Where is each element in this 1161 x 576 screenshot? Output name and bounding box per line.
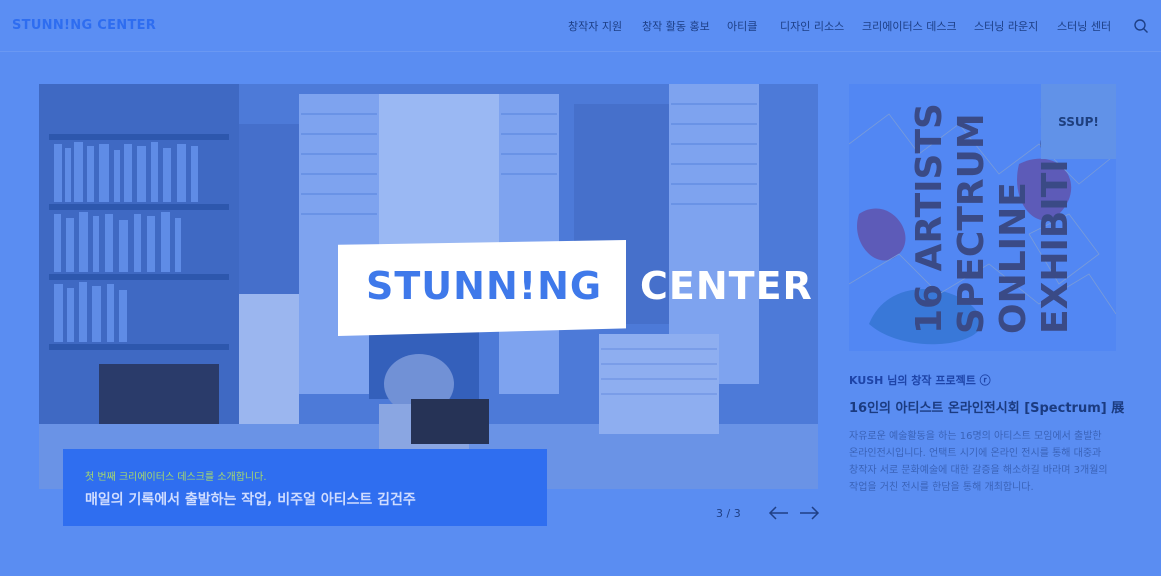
poster-line-3: ONLINE [993,182,1034,334]
feature-description: 자유로운 예술활동을 하는 16명의 아티스트 모임에서 출발한 온라인전시입니… [849,428,1119,496]
logo-center-text: CENTER [640,264,813,308]
site-header: STUNN!NG CENTER 창작자 지원 창작 활동 홍보 아티클 디자인 … [0,0,1161,52]
nav-item-articles[interactable]: 아티클 [727,18,757,34]
poster-line-1: 16 ARTISTS [909,103,950,334]
nav-item-creators-desk[interactable]: 크리에이터스 데스크 [862,18,957,34]
caption-subtitle: 첫 번째 크리에이터스 데스크를 소개합니다. [85,472,267,483]
main-nav: 창작자 지원 창작 활동 홍보 아티클 디자인 리소스 크리에이터스 데스크 스… [0,18,1161,34]
feature-desc-line: 작업을 거친 전시를 한담을 통해 개최합니다. [849,482,1034,493]
nav-item-center[interactable]: 스터닝 센터 [1057,18,1111,34]
feature-desc-line: 자유로운 예술활동을 하는 16명의 아티스트 모임에서 출발한 [849,431,1102,442]
nav-item-lounge[interactable]: 스터닝 라운지 [974,18,1038,34]
feature-desc-line: 온라인전시입니다. 언택트 시기에 온라인 전시를 통해 대중과 [849,448,1102,459]
feature-desc-line: 창작자 서로 문화예술에 대한 갈증을 해소하길 바라며 3개월의 [849,465,1108,476]
nav-item-creator-support[interactable]: 창작자 지원 [568,18,622,34]
arrow-left-icon[interactable] [768,506,790,520]
hero-caption[interactable]: 첫 번째 크리에이터스 데스크를 소개합니다. 매일의 기록에서 출발하는 작업… [63,449,547,526]
slide-counter: 3 / 3 [716,507,741,520]
feature-badge: SSUP! [1041,84,1116,159]
search-icon[interactable] [1133,18,1149,34]
arrow-right-icon[interactable] [798,506,820,520]
nav-item-design-resources[interactable]: 디자인 리소스 [780,18,844,34]
caption-title: 매일의 기록에서 출발하는 작업, 비주얼 아티스트 김건주 [85,492,416,508]
logo-stunning-text: STUNN!NG [366,264,603,308]
nav-item-promotion[interactable]: 창작 활동 홍보 [642,18,710,34]
stunning-center-logo: STUNN!NG CENTER [338,240,828,336]
poster-line-2: SPECTRUM [951,113,992,334]
feature-title[interactable]: 16인의 아티스트 온라인전시회 [Spectrum] 展 [849,397,1124,416]
feature-category[interactable]: KUSH 님의 창작 프로젝트 ⓡ [849,372,991,388]
